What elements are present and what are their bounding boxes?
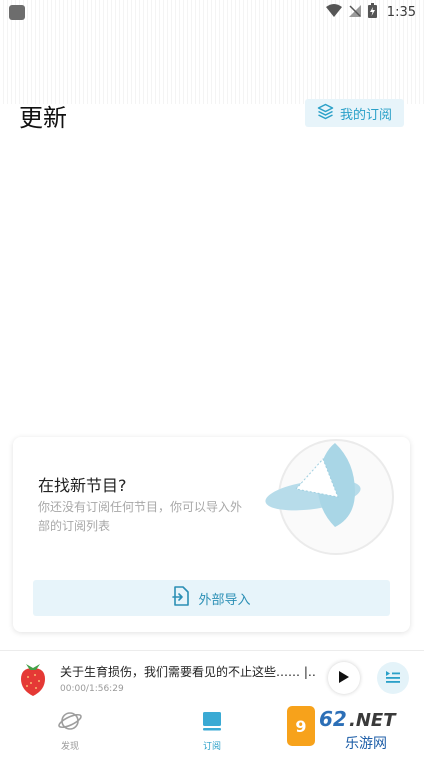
- my-subscriptions-label: 我的订阅: [339, 107, 392, 123]
- card-description: 你还没有订阅任何节目，你可以导入外部的订阅列表: [38, 500, 243, 533]
- episode-title: 关于生育损伤，我们需要看见的不止这些…… |…: [60, 665, 316, 679]
- svg-text:乐游网: 乐游网: [345, 736, 387, 752]
- empty-subscriptions-card: 在找新节目? 你还没有订阅任何节目，你可以导入外部的订阅列表 外部导入: [13, 437, 410, 632]
- status-icons: 1:35: [325, 2, 416, 22]
- svg-text:.NET: .NET: [349, 710, 397, 731]
- mini-player[interactable]: 关于生育损伤，我们需要看见的不止这些…… |… 00:00/1:56:29: [0, 650, 424, 705]
- battery-charging-icon: [367, 2, 377, 22]
- card-title: 在找新节目?: [38, 476, 127, 495]
- playlist-icon: [385, 669, 401, 688]
- my-subscriptions-button[interactable]: 我的订阅: [305, 99, 404, 127]
- external-import-label: 外部导入: [198, 592, 251, 608]
- app-notification-icon: [9, 5, 25, 20]
- subscriptions-icon: [200, 709, 224, 736]
- playlist-button[interactable]: [377, 662, 409, 694]
- status-bar: 1:35: [0, 0, 424, 104]
- external-import-button[interactable]: 外部导入: [33, 580, 390, 616]
- nav-subscriptions[interactable]: 订阅: [182, 709, 242, 752]
- strawberry-cover-icon: [18, 659, 48, 697]
- nav-discover-label: 发现: [60, 742, 79, 752]
- svg-text:9: 9: [295, 717, 306, 736]
- discover-illustration-icon: [263, 437, 403, 562]
- svg-text:62: 62: [319, 707, 347, 731]
- playback-time: 00:00/1:56:29: [60, 684, 124, 694]
- nav-subscriptions-label: 订阅: [202, 742, 221, 752]
- wifi-icon: [325, 3, 342, 22]
- planet-icon: [57, 709, 83, 736]
- site-watermark-logo: 9 62 .NET 乐游网: [285, 700, 424, 753]
- play-icon: [338, 669, 350, 688]
- page-title: 更新: [19, 104, 67, 132]
- import-icon: [172, 586, 190, 610]
- no-signal-icon: [348, 3, 362, 22]
- layers-icon: [317, 103, 334, 124]
- play-button[interactable]: [328, 662, 360, 694]
- nav-discover[interactable]: 发现: [40, 709, 100, 752]
- status-time: 1:35: [386, 4, 416, 20]
